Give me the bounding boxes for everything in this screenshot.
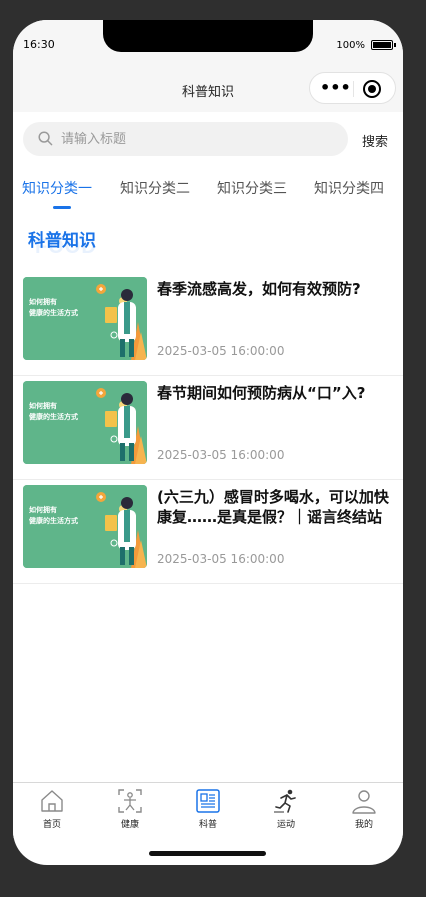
tabbar-label: 我的: [354, 820, 373, 830]
search-box[interactable]: [23, 122, 348, 156]
article-item[interactable]: 如何拥有 健康的生活方式 春节期间如何预防病从“口”入? 2025-03-05 1…: [13, 376, 403, 480]
article-item[interactable]: 如何拥有 健康的生活方式 春季流感高发，如何有效预防? 2025-03-05 16…: [13, 272, 403, 376]
active-tab-indicator: [53, 206, 71, 209]
article-thumbnail: 如何拥有 健康的生活方式: [23, 485, 147, 568]
article-date: 2025-03-05 16:00:00: [157, 344, 285, 358]
newspaper-icon: [196, 789, 220, 813]
tabbar-item-sport[interactable]: 运动: [256, 787, 316, 830]
tabbar-label: 健康: [120, 820, 139, 830]
category-tabs: 知识分类一 知识分类二 知识分类三 知识分类四: [13, 174, 403, 210]
thumbnail-caption: 如何拥有 健康的生活方式: [29, 298, 78, 317]
user-icon: [352, 790, 376, 814]
status-time: 16:30: [23, 38, 55, 51]
thumbnail-caption: 如何拥有 健康的生活方式: [29, 402, 78, 421]
close-target-icon[interactable]: [363, 80, 381, 98]
tabbar-item-home[interactable]: 首页: [22, 787, 82, 830]
search-button[interactable]: 搜索: [362, 131, 388, 150]
health-scan-icon: [118, 789, 142, 813]
tabbar-label: 首页: [42, 820, 61, 830]
tab-category-4[interactable]: 知识分类四: [314, 178, 384, 198]
tab-category-2[interactable]: 知识分类二: [120, 178, 190, 198]
article-title[interactable]: 春季流感高发，如何有效预防?: [157, 279, 393, 299]
phone-frame: 16:30 100% 科普知识 ••• 搜索 知识分类一 知识分类二 知识分类三…: [13, 20, 403, 865]
home-indicator: [149, 851, 266, 856]
article-thumbnail: 如何拥有 健康的生活方式: [23, 381, 147, 464]
article-item[interactable]: 如何拥有 健康的生活方式 (六三九）感冒时多喝水，可以加快康复……是真是假？｜谣言…: [13, 480, 403, 584]
tabbar-label: 科普: [198, 820, 217, 830]
article-thumbnail: 如何拥有 健康的生活方式: [23, 277, 147, 360]
mini-program-capsule: •••: [309, 72, 396, 104]
battery-percent: 100%: [336, 40, 365, 51]
running-icon: [274, 789, 296, 813]
home-icon: [41, 790, 63, 812]
nav-bar: 科普知识 •••: [13, 68, 403, 112]
notch: [103, 20, 313, 52]
tabbar-label: 运动: [276, 820, 295, 830]
thumbnail-caption: 如何拥有 健康的生活方式: [29, 506, 78, 525]
tab-category-1[interactable]: 知识分类一: [22, 178, 92, 198]
article-date: 2025-03-05 16:00:00: [157, 552, 285, 566]
search-icon: [38, 131, 53, 146]
tabbar-item-health[interactable]: 健康: [100, 787, 160, 830]
search-input[interactable]: [61, 122, 331, 156]
bottom-tab-bar: 首页 健康 科普 运动 我的: [13, 782, 403, 838]
battery-icon: [371, 40, 393, 50]
article-title[interactable]: 春节期间如何预防病从“口”入?: [157, 383, 393, 403]
search-row: 搜索: [13, 112, 403, 168]
section-title: 科普知识: [28, 231, 96, 251]
article-title[interactable]: (六三九）感冒时多喝水，可以加快康复……是真是假？｜谣言终结站: [157, 487, 393, 527]
tab-category-3[interactable]: 知识分类三: [217, 178, 287, 198]
article-list: 如何拥有 健康的生活方式 春季流感高发，如何有效预防? 2025-03-05 16…: [13, 272, 403, 584]
article-date: 2025-03-05 16:00:00: [157, 448, 285, 462]
more-icon[interactable]: •••: [320, 78, 351, 97]
tabbar-item-science[interactable]: 科普: [178, 787, 238, 830]
tabbar-item-mine[interactable]: 我的: [334, 787, 394, 830]
